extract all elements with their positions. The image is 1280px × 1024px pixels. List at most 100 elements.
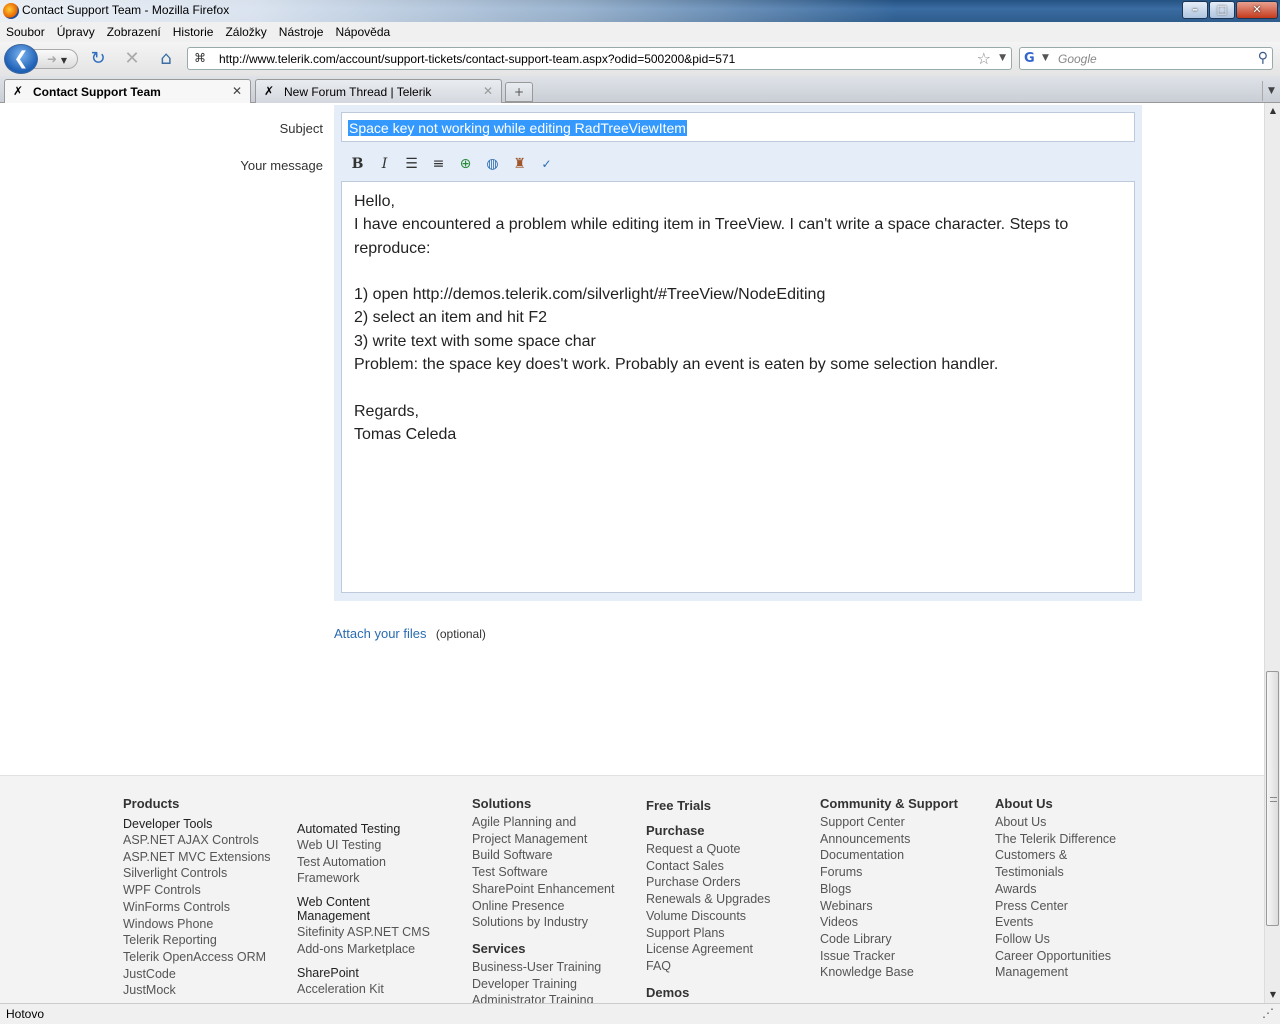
footer-subheading[interactable]: SharePoint <box>297 966 430 980</box>
insert-link-button[interactable]: ⊕ <box>454 153 477 175</box>
footer-link[interactable]: JustCode <box>123 966 271 983</box>
search-bar[interactable]: G ▼ Google ⚲ <box>1019 47 1273 70</box>
footer-link[interactable]: Test Automation <box>297 854 430 871</box>
tab-contact-support[interactable]: ✗ Contact Support Team ✕ <box>4 79 251 104</box>
menu-historie[interactable]: Historie <box>173 25 214 39</box>
footer-subheading[interactable]: Management <box>297 909 430 923</box>
footer-link[interactable]: Forums <box>820 864 958 881</box>
footer-link[interactable]: Support Plans <box>646 925 770 942</box>
footer-link[interactable]: Code Library <box>820 931 958 948</box>
footer-link[interactable]: Purchase Orders <box>646 874 770 891</box>
footer-link[interactable]: Renewals & Upgrades <box>646 891 770 908</box>
footer-link[interactable]: WinForms Controls <box>123 899 271 916</box>
scroll-up-icon[interactable]: ▲ <box>1265 103 1280 119</box>
footer-subheading[interactable]: Web Content <box>297 895 430 909</box>
footer-link[interactable]: Knowledge Base <box>820 964 958 981</box>
resize-grip-icon[interactable]: ⋰ <box>1262 1006 1274 1020</box>
footer-link[interactable]: Silverlight Controls <box>123 865 271 882</box>
menu-zobrazeni[interactable]: Zobrazení <box>107 25 161 39</box>
footer-link[interactable]: ASP.NET AJAX Controls <box>123 832 271 849</box>
footer-link[interactable]: FAQ <box>646 958 770 975</box>
subject-input[interactable]: Space key not working while editing RadT… <box>341 112 1135 142</box>
message-textarea[interactable]: Hello, I have encountered a problem whil… <box>341 181 1135 593</box>
scroll-down-icon[interactable]: ▼ <box>1265 987 1280 1003</box>
stop-icon[interactable]: ✕ <box>122 50 142 70</box>
footer-link[interactable]: Request a Quote <box>646 841 770 858</box>
spellcheck-button[interactable]: ✓ <box>535 153 558 175</box>
maximize-button[interactable]: □ <box>1209 1 1235 19</box>
footer-link[interactable]: Windows Phone <box>123 916 271 933</box>
tab-list-button[interactable]: ▼ <box>1262 81 1280 101</box>
footer-link[interactable]: WPF Controls <box>123 882 271 899</box>
footer-link[interactable]: Project Management <box>472 831 614 848</box>
menu-zalozky[interactable]: Záložky <box>225 25 266 39</box>
home-icon[interactable]: ⌂ <box>156 50 176 70</box>
footer-link[interactable]: Sitefinity ASP.NET CMS <box>297 924 430 941</box>
history-dropdown-icon[interactable]: ▼ <box>61 56 67 65</box>
url-input[interactable]: http://www.telerik.com/account/support-t… <box>219 52 735 66</box>
footer-link[interactable]: Documentation <box>820 847 958 864</box>
footer-link[interactable]: Blogs <box>820 881 958 898</box>
back-button[interactable]: ❮ <box>4 44 38 74</box>
footer-link[interactable]: Announcements <box>820 831 958 848</box>
footer-link[interactable]: Framework <box>297 870 430 887</box>
footer-link[interactable]: Test Software <box>472 864 614 881</box>
unordered-list-button[interactable]: ≡ <box>427 153 450 175</box>
footer-link[interactable]: Online Presence <box>472 898 614 915</box>
footer-link[interactable]: Support Center <box>820 814 958 831</box>
footer-subheading[interactable]: Developer Tools <box>123 817 271 831</box>
footer-link[interactable]: Awards <box>995 881 1116 898</box>
italic-button[interactable]: I <box>373 153 396 175</box>
tab-new-forum-thread[interactable]: ✗ New Forum Thread | Telerik ✕ <box>255 79 502 103</box>
minimize-button[interactable]: – <box>1182 1 1208 19</box>
attach-files-link[interactable]: Attach your files <box>334 626 427 641</box>
footer-link[interactable]: Acceleration Kit <box>297 981 430 998</box>
footer-link[interactable]: Telerik Reporting <box>123 932 271 949</box>
footer-link[interactable]: Management <box>995 964 1116 981</box>
footer-link[interactable]: About Us <box>995 814 1116 831</box>
menu-soubor[interactable]: Soubor <box>6 25 45 39</box>
footer-link[interactable]: Add-ons Marketplace <box>297 941 430 958</box>
footer-link[interactable]: Solutions by Industry <box>472 914 614 931</box>
scrollbar-thumb[interactable] <box>1266 671 1279 926</box>
vertical-scrollbar[interactable]: ▲ ▼ <box>1264 103 1280 1003</box>
search-input[interactable]: Google <box>1058 52 1097 66</box>
footer-link[interactable]: Follow Us <box>995 931 1116 948</box>
format-stripper-button[interactable]: ♜ <box>508 153 531 175</box>
footer-link[interactable]: Telerik OpenAccess ORM <box>123 949 271 966</box>
remove-link-button[interactable]: ◍ <box>481 153 504 175</box>
reload-icon[interactable]: ↻ <box>88 50 108 70</box>
footer-link[interactable]: Build Software <box>472 847 614 864</box>
footer-link[interactable]: Agile Planning and <box>472 814 614 831</box>
footer-link[interactable]: JustMock <box>123 982 271 999</box>
footer-link[interactable]: Developer Training <box>472 976 614 993</box>
menu-napoveda[interactable]: Nápověda <box>335 25 390 39</box>
new-tab-button[interactable]: + <box>505 82 533 102</box>
search-engine-dropdown-icon[interactable]: ▼ <box>1042 53 1049 63</box>
footer-link[interactable]: Career Opportunities <box>995 948 1116 965</box>
footer-subheading[interactable]: Automated Testing <box>297 822 430 836</box>
footer-link[interactable]: Volume Discounts <box>646 908 770 925</box>
footer-link[interactable]: Issue Tracker <box>820 948 958 965</box>
footer-link[interactable]: ASP.NET MVC Extensions <box>123 849 271 866</box>
url-bar[interactable]: ⌘ http://www.telerik.com/account/support… <box>187 47 1012 70</box>
bold-button[interactable]: B <box>346 153 369 175</box>
ordered-list-button[interactable]: ☰ <box>400 153 423 175</box>
close-button[interactable]: ✕ <box>1236 1 1278 19</box>
tab-close-icon[interactable]: ✕ <box>232 84 242 98</box>
footer-link[interactable]: Testimonials <box>995 864 1116 881</box>
menu-nastroje[interactable]: Nástroje <box>279 25 324 39</box>
footer-heading[interactable]: Demos <box>646 985 770 1000</box>
footer-link[interactable]: Webinars <box>820 898 958 915</box>
url-dropdown-icon[interactable]: ▼ <box>999 53 1006 63</box>
footer-link[interactable]: The Telerik Difference <box>995 831 1116 848</box>
footer-link[interactable]: Administrator Training <box>472 992 614 1003</box>
forward-button[interactable]: ➜ ▼ <box>34 49 78 69</box>
footer-link[interactable]: Web UI Testing <box>297 837 430 854</box>
tab-close-icon[interactable]: ✕ <box>483 84 493 98</box>
google-engine-icon[interactable]: G <box>1024 51 1040 67</box>
footer-link[interactable]: Business-User Training <box>472 959 614 976</box>
footer-link[interactable]: Press Center <box>995 898 1116 915</box>
footer-link[interactable]: SharePoint Enhancement <box>472 881 614 898</box>
bookmark-star-icon[interactable]: ☆ <box>977 49 991 68</box>
